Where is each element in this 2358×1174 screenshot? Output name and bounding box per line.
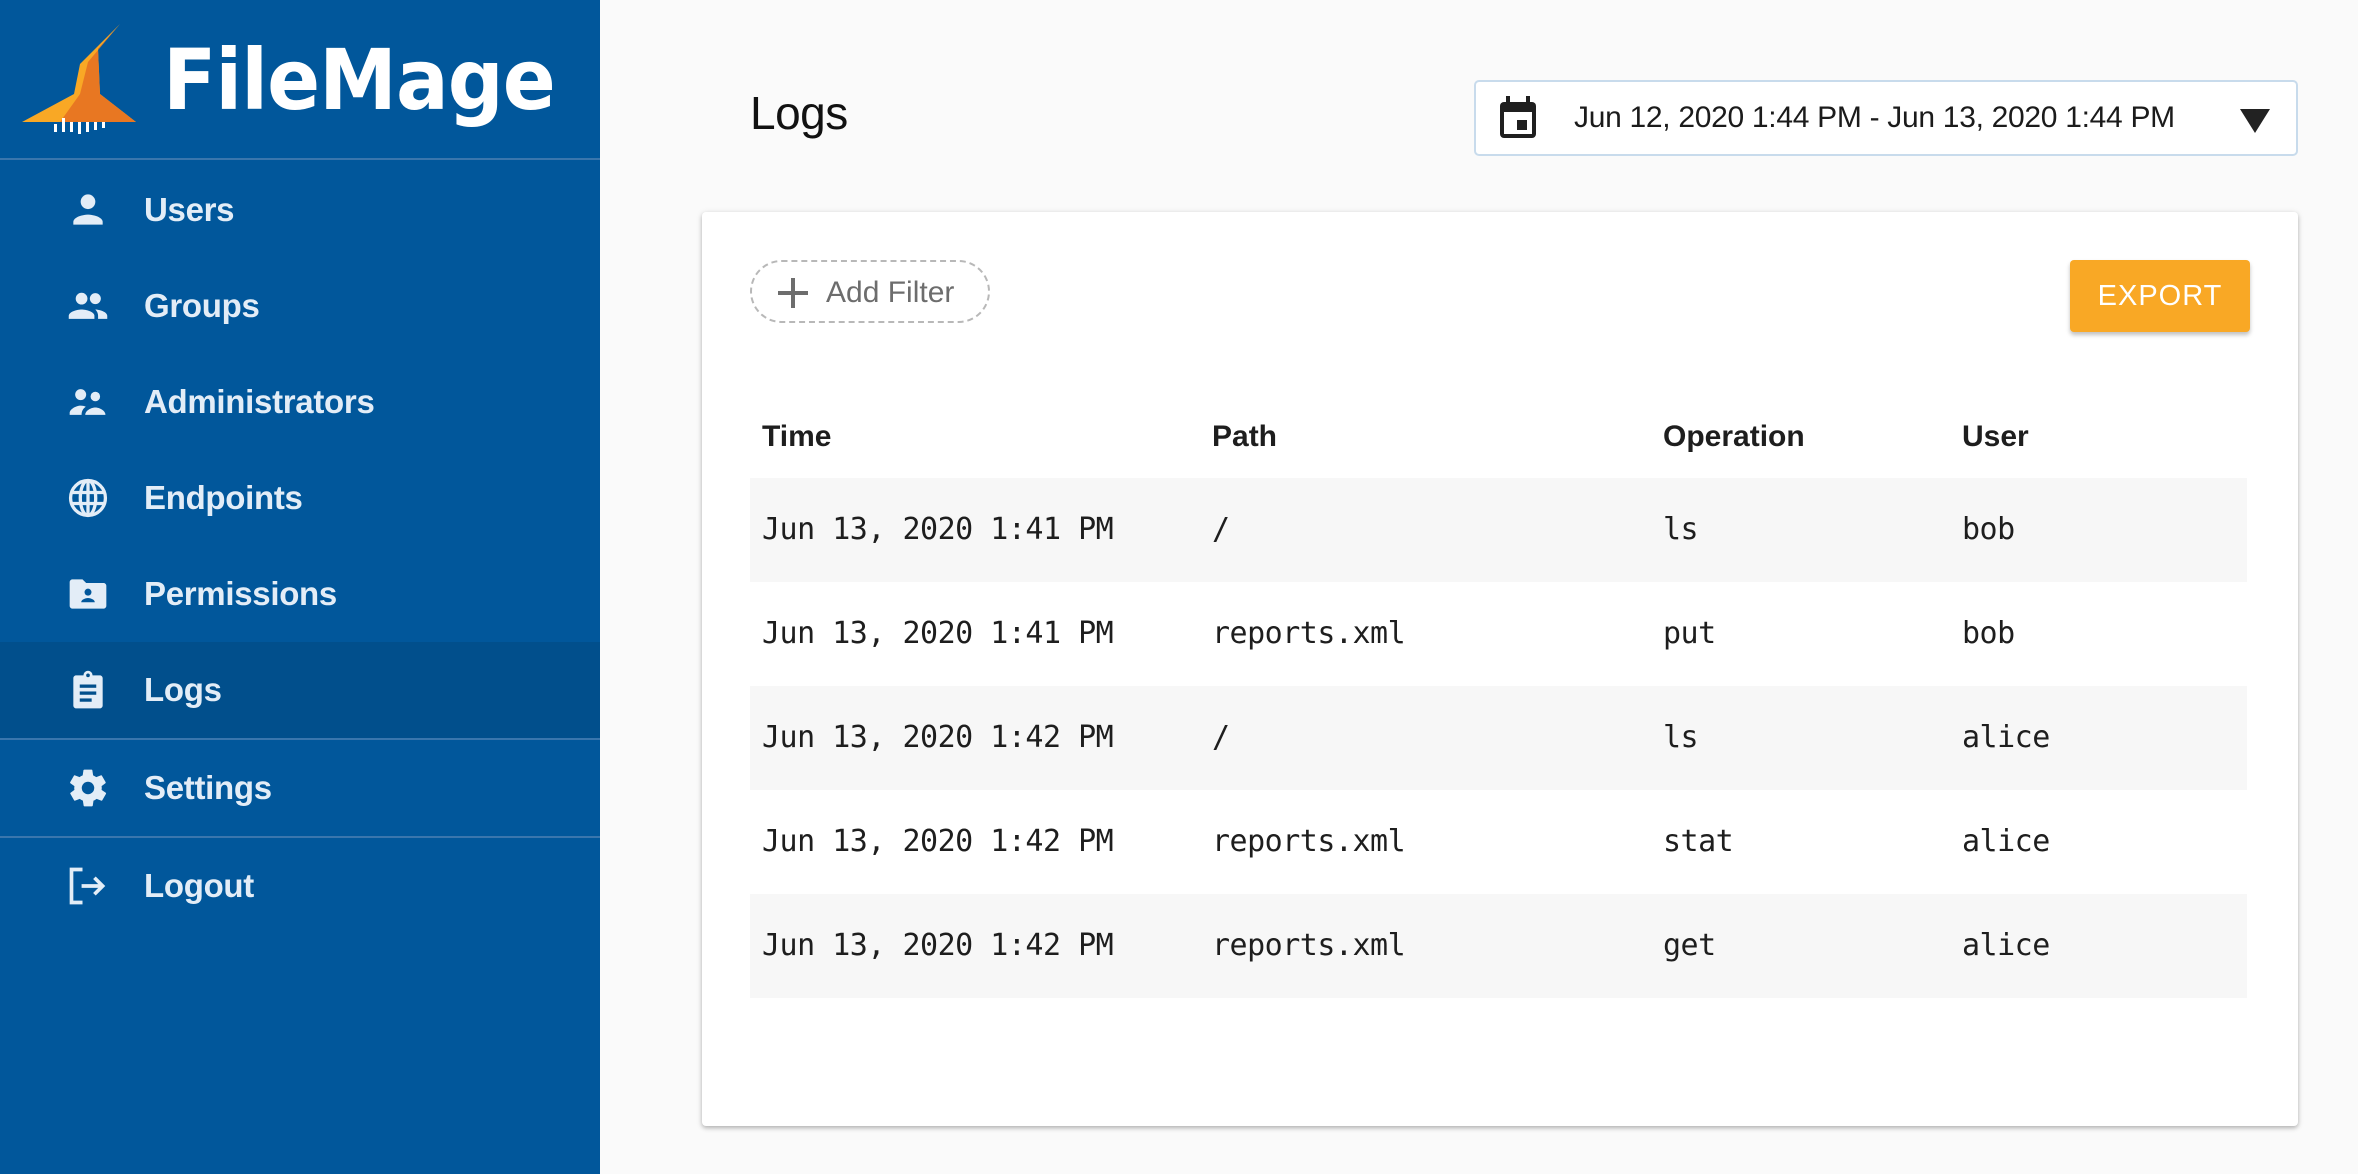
people-icon (66, 284, 110, 328)
sidebar-item-label: Endpoints (144, 479, 303, 516)
cell-time: Jun 13, 2020 1:41 PM (762, 616, 1114, 651)
cell-path: / (1212, 512, 1230, 547)
sidebar-item-users[interactable]: Users (0, 162, 600, 258)
cell-time: Jun 13, 2020 1:42 PM (762, 720, 1114, 755)
wizard-hat-icon (22, 24, 136, 134)
sidebar-item-logs[interactable]: Logs (0, 642, 600, 738)
cell-path: reports.xml (1212, 824, 1406, 859)
cell-time: Jun 13, 2020 1:41 PM (762, 512, 1114, 547)
caret-down-icon[interactable] (2240, 109, 2270, 133)
table-header: Time Path Operation User (750, 408, 2247, 478)
table-row[interactable]: Jun 13, 2020 1:41 PM / ls bob (750, 478, 2247, 582)
sidebar-item-label: Logout (144, 867, 254, 904)
table-row[interactable]: Jun 13, 2020 1:42 PM reports.xml stat al… (750, 790, 2247, 894)
cell-operation: get (1663, 928, 1716, 963)
sidebar-item-label: Settings (144, 769, 272, 806)
cell-user: bob (1962, 616, 2015, 651)
cell-operation: put (1663, 616, 1716, 651)
sidebar-item-label: Administrators (144, 383, 375, 420)
logout-icon (66, 864, 110, 908)
add-filter-button[interactable]: Add Filter (750, 260, 990, 323)
cell-path: reports.xml (1212, 928, 1406, 963)
sidebar-item-label: Groups (144, 287, 260, 324)
cell-operation: ls (1663, 512, 1699, 547)
brand-name: FileMage (163, 31, 556, 129)
logs-card: Add Filter EXPORT Time Path Operation Us… (702, 212, 2298, 1126)
cell-user: bob (1962, 512, 2015, 547)
sidebar-item-settings[interactable]: Settings (0, 740, 600, 836)
logs-table: Time Path Operation User Jun 13, 2020 1:… (750, 408, 2247, 998)
cell-operation: stat (1663, 824, 1734, 859)
gear-icon (66, 766, 110, 810)
sidebar-item-label: Logs (144, 671, 222, 708)
table-row[interactable]: Jun 13, 2020 1:41 PM reports.xml put bob (750, 582, 2247, 686)
folder-shared-icon (66, 572, 110, 616)
cell-time: Jun 13, 2020 1:42 PM (762, 824, 1114, 859)
date-range-picker[interactable]: Jun 12, 2020 1:44 PM - Jun 13, 2020 1:44… (1474, 80, 2298, 156)
cell-user: alice (1962, 720, 2050, 755)
cell-operation: ls (1663, 720, 1699, 755)
sidebar-item-label: Users (144, 191, 235, 228)
column-header-path[interactable]: Path (1212, 420, 1277, 454)
column-header-user[interactable]: User (1962, 420, 2029, 454)
sidebar-item-permissions[interactable]: Permissions (0, 546, 600, 642)
sidebar-item-logout[interactable]: Logout (0, 838, 600, 934)
sidebar-item-endpoints[interactable]: Endpoints (0, 450, 600, 546)
sidebar-item-label: Permissions (144, 575, 337, 612)
column-header-operation[interactable]: Operation (1663, 420, 1805, 454)
calendar-icon (1500, 96, 1536, 138)
cell-user: alice (1962, 824, 2050, 859)
table-row[interactable]: Jun 13, 2020 1:42 PM / ls alice (750, 686, 2247, 790)
page-title: Logs (750, 87, 848, 139)
globe-icon (66, 476, 110, 520)
cell-user: alice (1962, 928, 2050, 963)
person-icon (66, 188, 110, 232)
sidebar: FileMage Users Groups Administrators End… (0, 0, 600, 1174)
supervisor-icon (66, 380, 110, 424)
add-filter-label: Add Filter (826, 276, 955, 309)
clipboard-icon (66, 668, 110, 712)
sidebar-item-administrators[interactable]: Administrators (0, 354, 600, 450)
cell-time: Jun 13, 2020 1:42 PM (762, 928, 1114, 963)
table-row[interactable]: Jun 13, 2020 1:42 PM reports.xml get ali… (750, 894, 2247, 998)
sidebar-item-groups[interactable]: Groups (0, 258, 600, 354)
date-range-value: Jun 12, 2020 1:44 PM - Jun 13, 2020 1:44… (1574, 101, 2175, 134)
cell-path: reports.xml (1212, 616, 1406, 651)
cell-path: / (1212, 720, 1230, 755)
export-button[interactable]: EXPORT (2070, 260, 2250, 332)
plus-icon (778, 278, 808, 308)
brand-header: FileMage (0, 0, 600, 160)
column-header-time[interactable]: Time (762, 420, 831, 454)
